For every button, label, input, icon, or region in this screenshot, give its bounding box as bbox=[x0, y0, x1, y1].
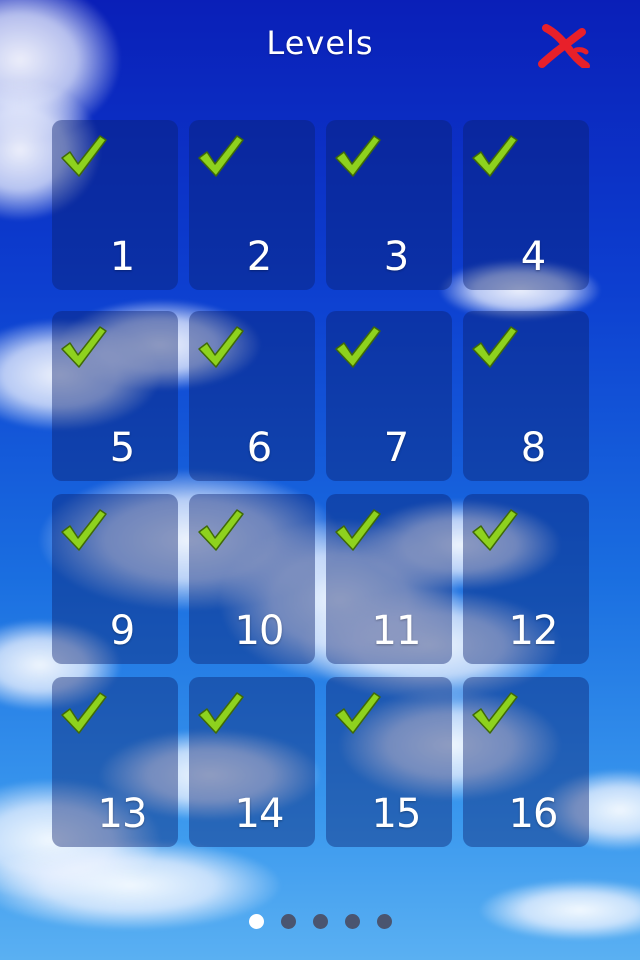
level-tile-2[interactable]: 2 bbox=[189, 120, 315, 290]
level-tile-15[interactable]: 15 bbox=[326, 677, 452, 847]
checkmark-icon bbox=[472, 326, 518, 368]
page-dot-1[interactable] bbox=[248, 914, 264, 929]
level-tile-16[interactable]: 16 bbox=[463, 677, 589, 847]
level-number: 10 bbox=[234, 608, 285, 654]
level-number: 11 bbox=[371, 608, 422, 654]
level-tile-11[interactable]: 11 bbox=[326, 494, 452, 664]
level-tile-4[interactable]: 4 bbox=[463, 120, 589, 290]
checkmark-icon bbox=[198, 692, 244, 734]
checkmark-icon bbox=[335, 692, 381, 734]
checkmark-icon bbox=[335, 509, 381, 551]
checkmark-icon bbox=[61, 326, 107, 368]
level-grid: 1 2 3 4 5 6 7 8 9 10 11 12 13 14 15 16 bbox=[52, 120, 589, 847]
level-tile-10[interactable]: 10 bbox=[189, 494, 315, 664]
checkmark-icon bbox=[335, 326, 381, 368]
level-number: 13 bbox=[97, 791, 148, 837]
level-tile-7[interactable]: 7 bbox=[326, 311, 452, 481]
checkmark-icon bbox=[472, 135, 518, 177]
level-tile-3[interactable]: 3 bbox=[326, 120, 452, 290]
level-number: 6 bbox=[246, 425, 272, 471]
checkmark-icon bbox=[198, 135, 244, 177]
level-number: 7 bbox=[383, 425, 409, 471]
checkmark-icon bbox=[61, 692, 107, 734]
level-number: 16 bbox=[508, 791, 559, 837]
level-number: 14 bbox=[234, 791, 285, 837]
close-x-icon bbox=[538, 24, 590, 70]
level-number: 8 bbox=[520, 425, 546, 471]
level-number: 5 bbox=[109, 425, 135, 471]
level-tile-9[interactable]: 9 bbox=[52, 494, 178, 664]
level-tile-12[interactable]: 12 bbox=[463, 494, 589, 664]
checkmark-icon bbox=[61, 135, 107, 177]
level-number: 4 bbox=[520, 234, 546, 280]
page-dot-3[interactable] bbox=[312, 914, 328, 929]
checkmark-icon bbox=[335, 135, 381, 177]
level-number: 12 bbox=[508, 608, 559, 654]
level-tile-1[interactable]: 1 bbox=[52, 120, 178, 290]
level-tile-14[interactable]: 14 bbox=[189, 677, 315, 847]
level-number: 15 bbox=[371, 791, 422, 837]
level-number: 2 bbox=[246, 234, 272, 280]
close-button[interactable] bbox=[536, 22, 592, 70]
checkmark-icon bbox=[198, 509, 244, 551]
level-tile-6[interactable]: 6 bbox=[189, 311, 315, 481]
page-indicator bbox=[0, 914, 640, 929]
level-tile-8[interactable]: 8 bbox=[463, 311, 589, 481]
checkmark-icon bbox=[472, 692, 518, 734]
checkmark-icon bbox=[198, 326, 244, 368]
level-number: 3 bbox=[383, 234, 409, 280]
checkmark-icon bbox=[472, 509, 518, 551]
checkmark-icon bbox=[61, 509, 107, 551]
level-number: 1 bbox=[109, 234, 135, 280]
level-tile-13[interactable]: 13 bbox=[52, 677, 178, 847]
page-dot-2[interactable] bbox=[280, 914, 296, 929]
page-dot-5[interactable] bbox=[376, 914, 392, 929]
page-dot-4[interactable] bbox=[344, 914, 360, 929]
header: Levels bbox=[0, 0, 640, 90]
level-tile-5[interactable]: 5 bbox=[52, 311, 178, 481]
level-number: 9 bbox=[109, 608, 135, 654]
